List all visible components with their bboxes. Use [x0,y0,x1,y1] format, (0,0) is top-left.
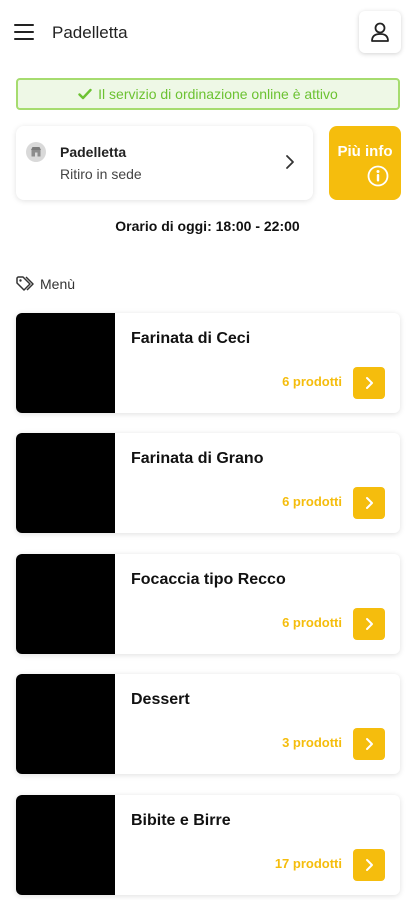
top-bar: Padelletta [0,0,415,66]
menu-heading: Menù [16,276,75,292]
category-count: 3 prodotti [282,735,342,750]
category-open-button[interactable] [353,608,385,640]
info-icon [367,165,389,187]
category-count: 6 prodotti [282,374,342,389]
category-card-farinata-grano[interactable]: Farinata di Grano 6 prodotti [16,433,400,533]
category-name: Dessert [131,691,190,708]
category-name: Farinata di Grano [131,450,264,467]
category-open-button[interactable] [353,849,385,881]
status-text: Il servizio di ordinazione online è atti… [98,86,338,102]
category-card-dessert[interactable]: Dessert 3 prodotti [16,674,400,774]
user-button[interactable] [359,11,401,53]
category-open-button[interactable] [353,728,385,760]
chevron-right-icon [366,618,373,630]
chevron-right-icon [366,859,373,871]
tag-icon [16,276,34,291]
store-icon [26,142,46,162]
chevron-right-icon [366,738,373,750]
category-image [16,313,115,413]
more-info-label: Più info [337,143,393,160]
chevron-right-icon [366,497,373,509]
location-card[interactable]: Padelletta Ritiro in sede [16,126,313,200]
category-image [16,433,115,533]
opening-hours: Orario di oggi: 18:00 - 22:00 [115,218,300,234]
app-title: Padelletta [52,23,128,42]
more-info-button[interactable]: Più info [329,126,401,200]
check-icon [78,88,92,100]
app-root: Padelletta Il servizio di ordinazione on… [0,0,415,900]
category-count: 6 prodotti [282,615,342,630]
category-name: Farinata di Ceci [131,330,251,347]
category-card-bibite-birre[interactable]: Bibite e Birre 17 prodotti [16,795,400,895]
location-name: Padelletta [60,144,127,160]
chevron-right-icon [286,155,294,169]
user-icon [371,22,389,42]
menu-heading-label: Menù [40,276,76,292]
category-count: 6 prodotti [282,494,342,509]
category-image [16,554,115,654]
category-name: Bibite e Birre [131,812,231,829]
chevron-right-icon [366,377,373,389]
hamburger-icon[interactable] [14,24,34,42]
category-image [16,795,115,895]
category-open-button[interactable] [353,487,385,519]
category-count: 17 prodotti [274,856,342,871]
category-image [16,674,115,774]
category-card-focaccia-recco[interactable]: Focaccia tipo Recco 6 prodotti [16,554,400,654]
status-banner: Il servizio di ordinazione online è atti… [16,78,400,110]
category-name: Focaccia tipo Recco [131,571,286,588]
pickup-mode: Ritiro in sede [60,166,142,182]
category-open-button[interactable] [353,367,385,399]
category-card-farinata-ceci[interactable]: Farinata di Ceci 6 prodotti [16,313,400,413]
